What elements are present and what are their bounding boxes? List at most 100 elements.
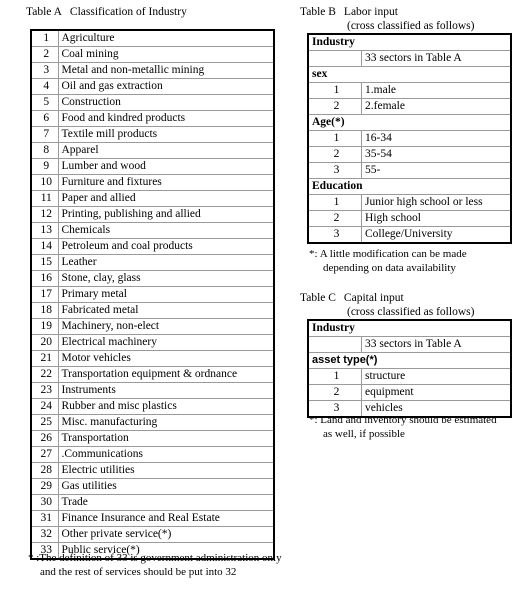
industry-name-cell: Furniture and fixtures [57, 174, 275, 191]
industry-name-cell: .Communications [57, 446, 275, 463]
industry-name-cell: Paper and allied [57, 190, 275, 207]
table-a-body: 1 Agriculture 2 Coal mining 3 Metal and non-m… [30, 29, 275, 560]
table-row: 17 Primary metal [30, 286, 275, 303]
industry-code-cell: 7 [30, 126, 59, 143]
table-row: 4 Oil and gas extraction [30, 78, 275, 95]
category-code-cell: 1 [307, 194, 363, 211]
category-value-cell: structure [361, 368, 512, 385]
table-a-footnote-line1: * :The definition of 33 is government ad… [28, 552, 282, 564]
right-column: Table B Labor input (cross classified as … [292, 0, 520, 590]
table-a: 1 Agriculture 2 Coal mining 3 Metal and non-m… [30, 29, 275, 560]
table-row: 26 Transportation [30, 430, 275, 447]
industry-code-cell: 25 [30, 414, 59, 431]
document-page: Table A Classification of Industry 1 Agric… [0, 0, 520, 590]
table-row: 3 Metal and non-metallic mining [30, 62, 275, 79]
industry-code-cell: 13 [30, 222, 59, 239]
table-row: sex [307, 66, 512, 83]
table-row: 6 Food and kindred products [30, 110, 275, 127]
table-row: Age(*) [307, 114, 512, 131]
category-code-cell: 1 [307, 82, 363, 99]
category-value-cell: High school [361, 210, 512, 227]
industry-code-cell: 15 [30, 254, 59, 271]
category-value-cell: 35-54 [361, 146, 512, 163]
category-value-cell: 2.female [361, 98, 512, 115]
industry-code-cell: 26 [30, 430, 59, 447]
table-b: Industry 33 sectors in Table Asex 1 1.male 2… [307, 33, 512, 244]
table-b-caption-text: Labor input [343, 6, 398, 18]
table-row: 21 Motor vehicles [30, 350, 275, 367]
table-row: 2 Coal mining [30, 46, 275, 63]
industry-code-cell: 9 [30, 158, 59, 175]
category-code-cell [307, 336, 363, 353]
table-b-body: Industry 33 sectors in Table Asex 1 1.male 2… [307, 33, 512, 244]
industry-name-cell: Other private service(*) [57, 526, 275, 543]
category-code-cell [307, 50, 363, 67]
table-row: 1 Junior high school or less [307, 194, 512, 211]
industry-name-cell: Gas utilities [57, 478, 275, 495]
industry-code-cell: 19 [30, 318, 59, 335]
table-a-footnote: * :The definition of 33 is government ad… [28, 551, 282, 579]
industry-code-cell: 16 [30, 270, 59, 287]
industry-code-cell: 28 [30, 462, 59, 479]
category-header-cell: Industry [307, 33, 512, 51]
industry-name-cell: Transportation equipment & ordnance [57, 366, 275, 383]
table-c-footnote-line1: *: Land and inventory should be estimate… [309, 414, 497, 426]
industry-code-cell: 30 [30, 494, 59, 511]
table-c-body: Industry 33 sectors in Table Aasset type(… [307, 319, 512, 418]
table-a-caption-label: Table A [26, 6, 62, 18]
table-row: 2 2.female [307, 98, 512, 115]
industry-name-cell: Textile mill products [57, 126, 275, 143]
table-a-caption: Table A Classification of Industry [26, 5, 187, 19]
table-row: 32 Other private service(*) [30, 526, 275, 543]
table-a-footnote-line2: and the rest of services should be put i… [40, 566, 237, 578]
table-row: 24 Rubber and misc plastics [30, 398, 275, 415]
table-row: 33 sectors in Table A [307, 336, 512, 353]
category-header-cell: sex [307, 66, 512, 83]
category-header-cell: Industry [307, 319, 512, 337]
industry-name-cell: Lumber and wood [57, 158, 275, 175]
industry-code-cell: 3 [30, 62, 59, 79]
category-value-cell: 1.male [361, 82, 512, 99]
table-row: 27 .Communications [30, 446, 275, 463]
industry-name-cell: Fabricated metal [57, 302, 275, 319]
industry-code-cell: 21 [30, 350, 59, 367]
industry-name-cell: Instruments [57, 382, 275, 399]
industry-name-cell: Apparel [57, 142, 275, 159]
industry-name-cell: Stone, clay, glass [57, 270, 275, 287]
table-a-caption-text: Classification of Industry [69, 6, 187, 18]
industry-code-cell: 10 [30, 174, 59, 191]
left-column: Table A Classification of Industry 1 Agric… [0, 0, 292, 590]
industry-name-cell: Transportation [57, 430, 275, 447]
industry-code-cell: 6 [30, 110, 59, 127]
industry-name-cell: Printing, publishing and allied [57, 206, 275, 223]
industry-code-cell: 18 [30, 302, 59, 319]
table-row: 31 Finance Insurance and Real Estate [30, 510, 275, 527]
table-row: 7 Textile mill products [30, 126, 275, 143]
table-row: Industry [307, 319, 512, 337]
category-value-cell: Junior high school or less [361, 194, 512, 211]
table-row: 2 equipment [307, 384, 512, 401]
industry-name-cell: Rubber and misc plastics [57, 398, 275, 415]
table-row: 9 Lumber and wood [30, 158, 275, 175]
industry-name-cell: Motor vehicles [57, 350, 275, 367]
table-row: Education [307, 178, 512, 195]
table-row: 25 Misc. manufacturing [30, 414, 275, 431]
industry-name-cell: Food and kindred products [57, 110, 275, 127]
industry-name-cell: Construction [57, 94, 275, 111]
table-row: 5 Construction [30, 94, 275, 111]
industry-code-cell: 22 [30, 366, 59, 383]
industry-name-cell: Leather [57, 254, 275, 271]
table-row: 33 sectors in Table A [307, 50, 512, 67]
industry-code-cell: 2 [30, 46, 59, 63]
category-value-cell: 33 sectors in Table A [361, 336, 512, 353]
table-row: 14 Petroleum and coal products [30, 238, 275, 255]
table-row: Industry [307, 33, 512, 51]
category-header-cell: Education [307, 178, 512, 195]
industry-code-cell: 8 [30, 142, 59, 159]
table-row: 23 Instruments [30, 382, 275, 399]
table-c-footnote: *: Land and inventory should be estimate… [309, 413, 497, 441]
table-row: 19 Machinery, non-elect [30, 318, 275, 335]
table-row: 15 Leather [30, 254, 275, 271]
industry-code-cell: 27 [30, 446, 59, 463]
table-c-caption-text: Capital input [343, 292, 404, 304]
